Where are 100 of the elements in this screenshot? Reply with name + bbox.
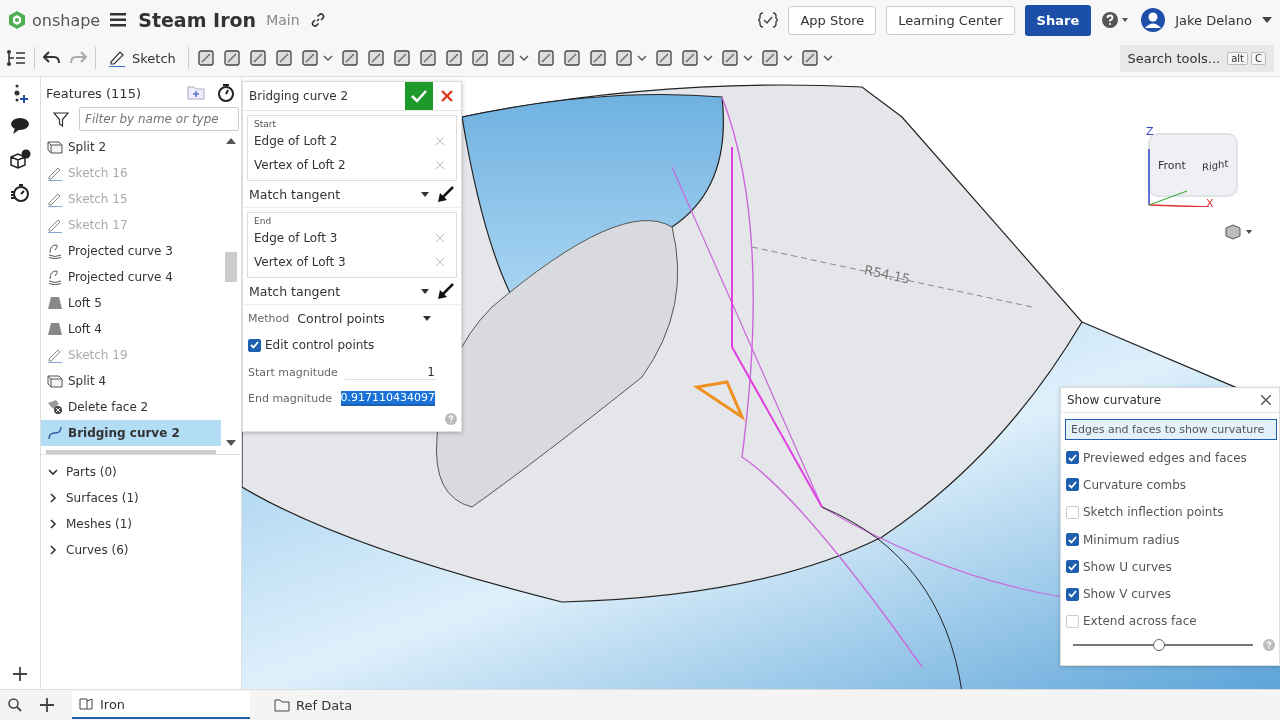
- feature-item[interactable]: Split 4: [41, 368, 221, 394]
- checkbox-label[interactable]: Minimum radius: [1083, 532, 1180, 547]
- field-label: End magnitude: [248, 391, 332, 405]
- close-icon[interactable]: [1261, 395, 1271, 405]
- field-label: Start magnitude: [248, 365, 338, 379]
- panel-title: Show curvature: [1067, 393, 1162, 407]
- caret-icon[interactable]: [822, 55, 833, 61]
- selection-box[interactable]: Start Edge of Loft 2 Vertex of Loft 2: [247, 115, 457, 181]
- pencil-icon: [47, 347, 63, 363]
- checkbox[interactable]: [1066, 533, 1079, 547]
- add-icon[interactable]: [13, 667, 27, 681]
- selection-item[interactable]: Vertex of Loft 3: [254, 255, 346, 269]
- filter-field[interactable]: Filter by name or type: [79, 107, 239, 131]
- logo-text: onshape: [32, 10, 101, 30]
- avatar-icon[interactable]: [1141, 8, 1166, 32]
- slider-thumb[interactable]: [1153, 639, 1166, 652]
- feature-list-icon[interactable]: [6, 49, 26, 67]
- projected-curve-icon: [47, 243, 63, 259]
- selection-box[interactable]: End Edge of Loft 3 Vertex of Loft 3: [247, 212, 457, 278]
- pencil-icon: [108, 49, 126, 67]
- feature-item[interactable]: Bridging curve 2: [41, 420, 221, 446]
- caret-icon[interactable]: [702, 55, 713, 61]
- part-studio-icon: [78, 697, 94, 711]
- caret-icon[interactable]: [421, 191, 429, 197]
- dialog-title: Bridging curve 2: [249, 89, 350, 103]
- cube-help-icon[interactable]: [9, 149, 31, 169]
- add-icon[interactable]: [40, 698, 54, 712]
- condition-dropdown[interactable]: Match tangent: [249, 186, 413, 202]
- caret-icon[interactable]: [636, 55, 647, 61]
- arrow-icon[interactable]: [437, 282, 455, 300]
- selection-item[interactable]: Edge of Loft 2: [254, 134, 338, 148]
- group-label: Start: [254, 119, 277, 129]
- tree-section[interactable]: Surfaces (1): [41, 485, 241, 511]
- header-button[interactable]: Learning Center: [886, 5, 1015, 35]
- method-dropdown[interactable]: Control points: [297, 310, 415, 326]
- caret-icon[interactable]: [1262, 17, 1272, 23]
- stopwatch-icon[interactable]: [217, 83, 235, 103]
- selection-item[interactable]: Vertex of Loft 2: [254, 158, 346, 172]
- checkbox-label[interactable]: Edit control points: [265, 338, 375, 352]
- tree-section[interactable]: Meshes (1): [41, 511, 241, 537]
- magnitude-field[interactable]: 1: [345, 364, 435, 380]
- caret-icon[interactable]: [518, 55, 529, 61]
- caret-icon[interactable]: [322, 55, 333, 61]
- caret-icon[interactable]: [742, 55, 753, 61]
- checkbox[interactable]: [248, 338, 261, 352]
- feature-item[interactable]: Split 2: [41, 134, 221, 160]
- document-tab[interactable]: Ref Data: [268, 691, 446, 719]
- checkbox-label[interactable]: Previewed edges and faces: [1083, 450, 1247, 465]
- cube-face-label[interactable]: Front: [1157, 158, 1186, 172]
- feature-item[interactable]: Loft 5: [41, 290, 221, 316]
- checkbox[interactable]: [1066, 451, 1079, 465]
- feature-item[interactable]: Projected curve 4: [41, 264, 221, 290]
- check-icon: [411, 89, 427, 103]
- render-mode-icon[interactable]: [1224, 223, 1254, 241]
- group-label: End: [254, 216, 273, 226]
- undo-icon[interactable]: [43, 51, 61, 65]
- cube-face-label[interactable]: Right: [1201, 157, 1229, 173]
- add-folder-icon[interactable]: [187, 86, 205, 100]
- checkbox[interactable]: [1066, 560, 1079, 574]
- menu-icon[interactable]: [110, 13, 127, 27]
- accept-button[interactable]: [405, 82, 433, 110]
- feature-item[interactable]: Loft 4: [41, 316, 221, 342]
- checkbox-label[interactable]: Curvature combs: [1083, 477, 1187, 492]
- feature-item[interactable]: Delete face 2: [41, 394, 221, 420]
- logo-icon: [8, 10, 26, 30]
- search-tools-field[interactable]: Search tools... alt C: [1119, 44, 1274, 72]
- radius-dimension[interactable]: R54.15: [862, 262, 912, 287]
- magnitude-field[interactable]: 0.917110434097: [340, 390, 435, 406]
- checkbox[interactable]: [1066, 478, 1079, 492]
- checkbox-label[interactable]: Sketch inflection points: [1083, 505, 1224, 520]
- document-tab[interactable]: Iron: [72, 691, 250, 719]
- condition-dropdown[interactable]: Match tangent: [249, 283, 413, 299]
- selection-field[interactable]: Edges and faces to show curvature: [1065, 419, 1277, 440]
- sketch-button[interactable]: Sketch: [104, 47, 180, 69]
- tree-section[interactable]: Parts (0): [41, 459, 241, 485]
- arrow-icon[interactable]: [437, 185, 455, 203]
- search-icon[interactable]: [8, 698, 22, 712]
- stopwatch-icon[interactable]: [10, 183, 30, 203]
- checkbox[interactable]: [1066, 587, 1079, 601]
- checkbox-label[interactable]: Show U curves: [1083, 559, 1172, 574]
- checkbox-label[interactable]: Show V curves: [1083, 587, 1172, 602]
- section-label: Curves (6): [66, 543, 129, 557]
- axis-label: X: [1206, 197, 1214, 210]
- caret-icon[interactable]: [782, 55, 793, 61]
- shortcut-key: alt: [1227, 51, 1248, 65]
- filter-icon[interactable]: [53, 111, 69, 127]
- link-icon[interactable]: [309, 12, 326, 28]
- user-name[interactable]: Jake Delano: [1175, 12, 1252, 28]
- feature-item[interactable]: Projected curve 3: [41, 238, 221, 264]
- comment-icon[interactable]: [10, 117, 30, 135]
- selection-item[interactable]: Edge of Loft 3: [254, 231, 338, 245]
- tree-section[interactable]: Curves (6): [41, 537, 241, 563]
- caret-icon[interactable]: [421, 288, 429, 294]
- variables-icon[interactable]: [758, 12, 779, 28]
- section-label: Meshes (1): [66, 517, 133, 531]
- checkbox-label[interactable]: Extend across face: [1083, 614, 1197, 629]
- pencil-icon: [47, 217, 63, 233]
- branch-name: Main: [266, 12, 300, 28]
- header-button[interactable]: App Store: [788, 5, 877, 35]
- share-button[interactable]: Share: [1024, 4, 1092, 36]
